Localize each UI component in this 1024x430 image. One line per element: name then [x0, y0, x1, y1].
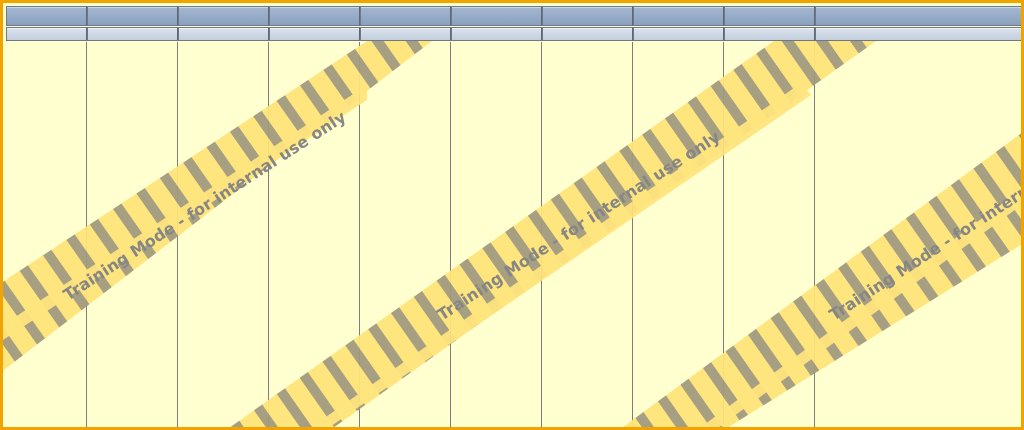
grid-column-2[interactable]	[87, 42, 178, 427]
column-header-7[interactable]	[542, 6, 633, 26]
column-header-10[interactable]	[815, 6, 1021, 26]
grid-column-8[interactable]	[633, 42, 724, 427]
column-header-3[interactable]	[178, 6, 269, 26]
filter-cell-6[interactable]	[451, 27, 542, 41]
column-header-6[interactable]	[451, 6, 542, 26]
filter-cell-1[interactable]	[6, 27, 87, 41]
filter-cell-10[interactable]	[815, 27, 1021, 41]
filter-cell-2[interactable]	[87, 27, 178, 41]
filter-cell-9[interactable]	[724, 27, 815, 41]
column-header-8[interactable]	[633, 6, 724, 26]
column-header-5[interactable]	[360, 6, 451, 26]
grid-column-9[interactable]	[724, 42, 815, 427]
filter-cell-5[interactable]	[360, 27, 451, 41]
grid-column-5[interactable]	[360, 42, 451, 427]
grid-column-4[interactable]	[269, 42, 360, 427]
filter-cell-4[interactable]	[269, 27, 360, 41]
data-grid-body[interactable]	[6, 42, 1021, 427]
column-header-1[interactable]	[6, 6, 87, 26]
grid-column-10[interactable]	[815, 42, 1021, 427]
grid-column-7[interactable]	[542, 42, 633, 427]
filter-row	[6, 27, 1021, 41]
filter-cell-7[interactable]	[542, 27, 633, 41]
column-header-row	[6, 6, 1021, 26]
training-grid-window: Training Mode - for internal use only Tr…	[0, 0, 1024, 430]
grid-column-1[interactable]	[6, 42, 87, 427]
filter-cell-8[interactable]	[633, 27, 724, 41]
filter-cell-3[interactable]	[178, 27, 269, 41]
column-header-9[interactable]	[724, 6, 815, 26]
column-header-2[interactable]	[87, 6, 178, 26]
grid-column-3[interactable]	[178, 42, 269, 427]
column-header-4[interactable]	[269, 6, 360, 26]
grid-column-6[interactable]	[451, 42, 542, 427]
